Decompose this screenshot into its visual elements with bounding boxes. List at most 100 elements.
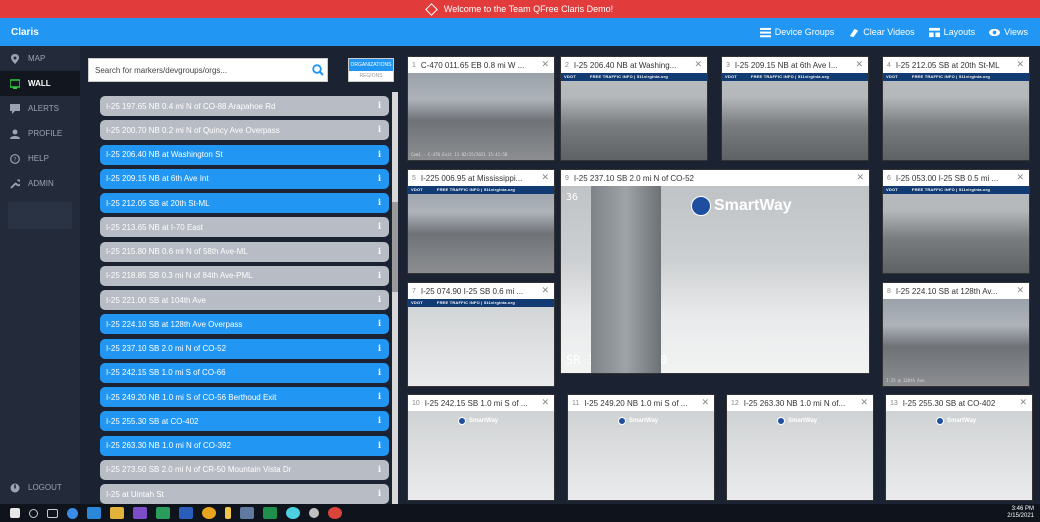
sidebar-item-map[interactable]: MAP <box>0 46 80 71</box>
device-groups-button[interactable]: Device Groups <box>759 27 834 38</box>
views-button[interactable]: Views <box>989 27 1028 38</box>
camera-list-item[interactable]: I-25 212.05 SB at 20th St-ML i <box>100 193 389 213</box>
org-region-toggle[interactable]: ORGANIZATIONS REGIONS <box>348 58 394 82</box>
video-feed[interactable]: VDOT FREE TRAFFIC INFO | 511virginia.org <box>883 186 1029 273</box>
camera-list-item[interactable]: I-25 237.10 SB 2.0 mi N of CO-52 i <box>100 338 389 359</box>
camera-list-item[interactable]: I-25 273.50 SB 2.0 mi N of CR-50 Mountai… <box>100 459 389 480</box>
organizations-option[interactable]: ORGANIZATIONS <box>349 59 393 71</box>
camera-list-item[interactable]: I-25 249.20 NB 1.0 mi S of CO-56 Berthou… <box>100 387 389 407</box>
file-explorer-icon[interactable] <box>110 507 124 519</box>
camera-tile[interactable]: 8 I-25 224.10 SB at 128th Av... ✕ I-25 @ 12… <box>882 282 1030 387</box>
camera-list-item[interactable]: I-25 224.10 SB at 128th Ave Overpass i <box>100 314 389 335</box>
close-icon[interactable]: ✕ <box>694 59 702 70</box>
camera-list-item[interactable]: I-25 263.30 NB 1.0 mi N of CO-392 i <box>100 435 389 456</box>
sidebar-item-admin[interactable]: ADMIN <box>0 171 80 196</box>
camera-tile[interactable]: 12 I-25 263.30 NB 1.0 mi N of... ✕ SmartWay <box>726 394 874 501</box>
camera-list-item[interactable]: I-25 at Uintah St i <box>100 484 389 504</box>
camera-tile[interactable]: 3 I-25 209.15 NB at 6th Ave I... ✕ VDOT FREE… <box>721 56 869 161</box>
search-input[interactable]: Search for markers/devgroups/orgs... <box>88 58 328 82</box>
camera-list-item[interactable]: I-25 209.15 NB at 6th Ave Int i <box>100 168 389 189</box>
info-icon[interactable]: i <box>378 391 381 401</box>
info-icon[interactable]: i <box>378 318 381 328</box>
video-feed[interactable]: VDOT FREE TRAFFIC INFO | 511virginia.org <box>722 73 868 160</box>
excel-icon[interactable] <box>263 507 277 519</box>
camera-list-item[interactable]: I-25 213.65 NB at I-70 East i <box>100 217 389 238</box>
video-feed[interactable]: SmartWay <box>568 411 714 500</box>
info-icon[interactable]: i <box>378 173 381 183</box>
close-icon[interactable]: ✕ <box>541 397 549 408</box>
close-icon[interactable]: ✕ <box>1016 59 1024 70</box>
sidebar-item-help[interactable]: ? HELP <box>0 146 80 171</box>
camera-list-item[interactable]: I-25 255.30 SB at CO-402 i <box>100 411 389 432</box>
video-feed[interactable]: VDOT FREE TRAFFIC INFO | 511virginia.org <box>561 73 707 160</box>
camera-tile[interactable]: 4 I-25 212.05 SB at 20th St-ML ✕ VDOT FREE T… <box>882 56 1030 161</box>
video-feed[interactable]: Cam1 - C-470 Exit 11 02/15/2021 15:41:58 <box>408 73 554 160</box>
info-icon[interactable]: i <box>378 343 381 353</box>
video-feed[interactable]: I-25 @ 128th Ave <box>883 299 1029 386</box>
video-feed[interactable]: SmartWay <box>886 411 1032 500</box>
list-scrollbar[interactable] <box>392 92 398 504</box>
info-icon[interactable]: i <box>378 294 381 304</box>
camera-list-item[interactable]: I-25 215.80 NB 0.6 mi N of 58th Ave-ML i <box>100 241 389 262</box>
people-app-icon[interactable] <box>87 507 101 519</box>
logout-button[interactable]: LOGOUT <box>0 475 80 500</box>
search-button[interactable] <box>308 58 328 82</box>
onenote-icon[interactable] <box>133 507 147 519</box>
video-feed[interactable]: SmartWay <box>727 411 873 500</box>
camera-tile[interactable]: 10 I-25 242.15 SB 1.0 mi S of ... ✕ SmartWa… <box>407 394 555 501</box>
close-icon[interactable]: ✕ <box>701 397 709 408</box>
scrollbar-thumb[interactable] <box>392 202 398 292</box>
camera-tile[interactable]: 11 I-25 249.20 NB 1.0 mi S of ... ✕ SmartWa… <box>567 394 715 501</box>
search-taskbar-icon[interactable] <box>29 508 38 518</box>
close-icon[interactable]: ✕ <box>856 172 864 183</box>
camera-list-item[interactable]: I-25 218.85 SB 0.3 mi N of 84th Ave-PML i <box>100 265 389 286</box>
info-icon[interactable]: i <box>378 246 381 256</box>
chrome-icon[interactable] <box>202 507 216 519</box>
info-icon[interactable]: i <box>378 100 381 110</box>
info-icon[interactable]: i <box>378 270 381 280</box>
system-clock[interactable]: 3:46 PM 2/15/2021 <box>1007 506 1034 520</box>
camera-list-item[interactable]: I-25 200.70 NB 0.2 mi N of Quincy Ave Ov… <box>100 120 389 141</box>
word-icon[interactable] <box>179 507 193 519</box>
close-icon[interactable]: ✕ <box>541 59 549 70</box>
info-icon[interactable]: i <box>378 464 381 474</box>
camera-tile[interactable]: 9 I-25 237.10 SB 2.0 mi N of CO-52 ✕ 36 Smar… <box>560 169 870 374</box>
info-icon[interactable]: i <box>378 124 381 134</box>
close-icon[interactable]: ✕ <box>860 397 868 408</box>
video-feed[interactable]: VDOT FREE TRAFFIC INFO | 511virginia.org <box>408 299 554 386</box>
task-view-icon[interactable] <box>47 508 58 518</box>
sidebar-item-wall[interactable]: WALL <box>0 71 80 96</box>
media-app-icon[interactable] <box>240 507 254 519</box>
camera-tile[interactable]: 7 I-25 074.90 I-25 SB 0.6 mi ... ✕ VDOT FREE… <box>407 282 555 387</box>
regions-option[interactable]: REGIONS <box>349 71 393 82</box>
video-feed[interactable]: SmartWay <box>408 411 554 500</box>
slack-icon[interactable] <box>286 507 300 519</box>
info-icon[interactable]: i <box>378 221 381 231</box>
camera-list-item[interactable]: I-25 242.15 SB 1.0 mi S of CO-66 i <box>100 362 389 383</box>
camera-tile[interactable]: 1 C-470 011.65 EB 0.8 mi W ... ✕ Cam1 - C-4… <box>407 56 555 161</box>
camera-list-item[interactable]: I-25 206.40 NB at Washington St i <box>100 144 389 165</box>
camera-tile[interactable]: 6 I-25 053.00 I-25 SB 0.5 mi ... ✕ VDOT FREE… <box>882 169 1030 274</box>
edge-browser-icon[interactable] <box>67 507 78 519</box>
close-icon[interactable]: ✕ <box>1019 397 1027 408</box>
clear-videos-button[interactable]: Clear Videos <box>848 27 915 38</box>
notepad-icon[interactable] <box>225 507 231 519</box>
layouts-button[interactable]: Layouts <box>928 27 975 38</box>
close-icon[interactable]: ✕ <box>541 172 549 183</box>
camera-list-item[interactable]: I-25 197.65 NB 0.4 mi N of CO-88 Arapaho… <box>100 96 389 116</box>
sidebar-item-profile[interactable]: PROFILE <box>0 121 80 146</box>
camera-tile[interactable]: 13 I-25 255.30 SB at CO-402 ✕ SmartWay <box>885 394 1033 501</box>
info-icon[interactable]: i <box>378 488 381 498</box>
video-feed[interactable]: VDOT FREE TRAFFIC INFO | 511virginia.org <box>883 73 1029 160</box>
info-icon[interactable]: i <box>378 415 381 425</box>
close-icon[interactable]: ✕ <box>541 285 549 296</box>
planner-icon[interactable] <box>156 507 170 519</box>
close-icon[interactable]: ✕ <box>1016 172 1024 183</box>
info-icon[interactable]: i <box>378 440 381 450</box>
firefox-icon[interactable] <box>328 507 342 519</box>
camera-tile[interactable]: 5 I-225 006.95 at Mississippi... ✕ VDOT FREE… <box>407 169 555 274</box>
camera-tile[interactable]: 2 I-25 206.40 NB at Washing... ✕ VDOT FREE T… <box>560 56 708 161</box>
windows-start-icon[interactable] <box>10 508 20 518</box>
video-feed[interactable]: 36SmartWaySR 300 AT I-40 <box>561 186 869 373</box>
info-icon[interactable]: i <box>378 367 381 377</box>
